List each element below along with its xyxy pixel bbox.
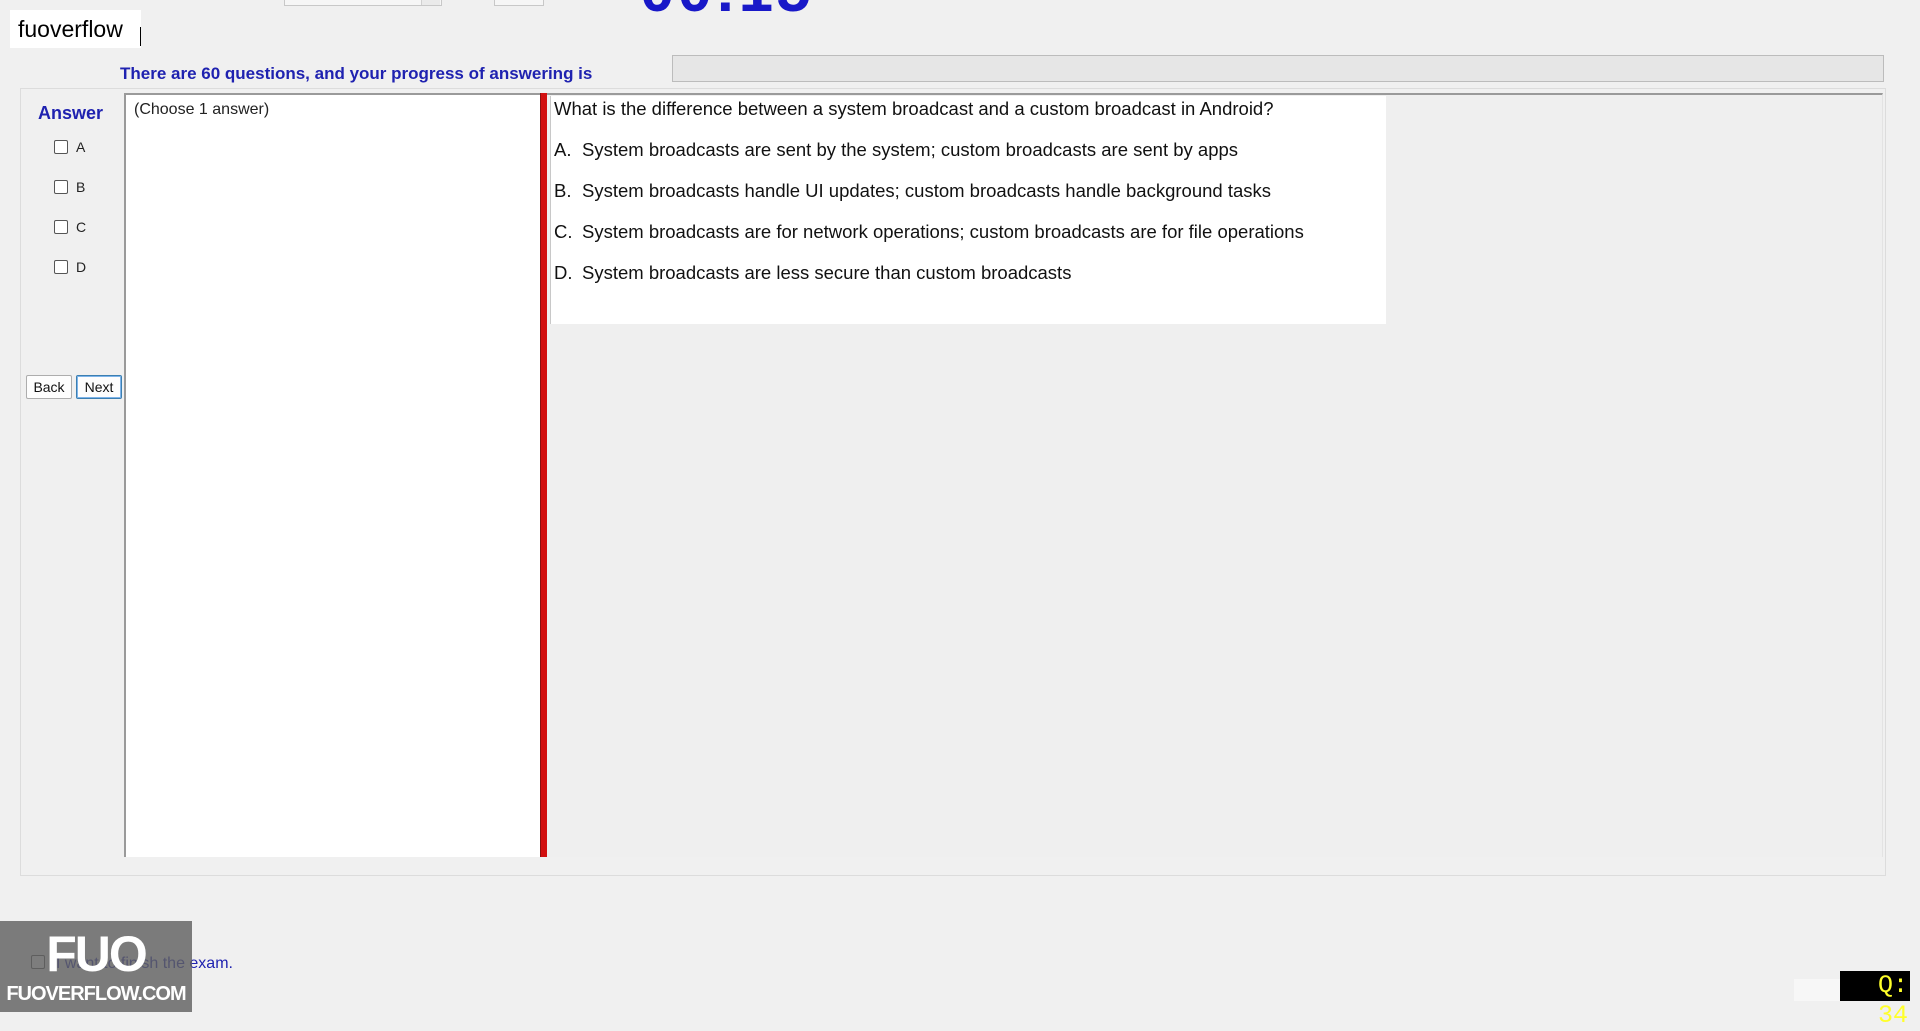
choice-c-text: System broadcasts are for network operat…	[582, 221, 1304, 242]
progress-label: There are 60 questions, and your progres…	[120, 64, 593, 83]
notes-pane[interactable]	[124, 93, 542, 857]
choice-a: A. System broadcasts are sent by the syst…	[554, 139, 1238, 161]
fuo-logo: FUO FUOVERFLOW.COM	[0, 921, 192, 1012]
choice-b: B. System broadcasts handle UI updates; c…	[554, 180, 1271, 202]
option-label-d: D	[76, 259, 87, 275]
option-label-a: A	[76, 139, 86, 155]
checkbox-a[interactable]	[54, 140, 68, 154]
logo-text: FUOVERFLOW.COM	[6, 983, 186, 1005]
counter-ghost	[1794, 979, 1840, 1001]
checkbox-d[interactable]	[54, 260, 68, 274]
choice-d-letter: D.	[554, 262, 573, 283]
answer-option-a[interactable]: A	[54, 137, 85, 157]
back-button[interactable]: Back	[26, 375, 72, 399]
choice-a-text: System broadcasts are sent by the system…	[582, 139, 1239, 160]
question-text: What is the difference between a system …	[554, 98, 1274, 119]
progress-bar	[672, 55, 1884, 82]
checkbox-b[interactable]	[54, 180, 68, 194]
choice-c-letter: C.	[554, 221, 573, 242]
question-box	[550, 96, 1386, 324]
answer-option-d[interactable]: D	[54, 257, 86, 277]
answer-option-b[interactable]: B	[54, 177, 85, 197]
choice-b-text: System broadcasts handle UI updates; cus…	[582, 180, 1271, 201]
answer-title: Answer	[38, 103, 104, 123]
question-counter: Q: 34	[1840, 971, 1910, 1030]
option-label-c: C	[76, 219, 87, 235]
top-dropdown[interactable]	[284, 0, 442, 6]
top-spinner[interactable]	[494, 0, 544, 6]
choice-d-text: System broadcasts are less secure than c…	[582, 262, 1072, 283]
choice-d: D. System broadcasts are less secure than…	[554, 262, 1071, 284]
text-caret	[140, 27, 141, 46]
option-label-b: B	[76, 179, 86, 195]
timer-display: 00:15	[640, 0, 814, 22]
logo-mark: FUO	[46, 926, 148, 982]
next-button[interactable]: Next	[76, 375, 122, 399]
choice-c: C. System broadcasts are for network oper…	[554, 221, 1304, 243]
watermark-label: fuoverflow	[10, 10, 141, 48]
checkbox-c[interactable]	[54, 220, 68, 234]
choose-note: (Choose 1 answer)	[134, 101, 270, 118]
choice-b-letter: B.	[554, 180, 572, 201]
answer-option-c[interactable]: C	[54, 217, 86, 237]
pane-splitter[interactable]	[540, 93, 547, 857]
choice-a-letter: A.	[554, 139, 572, 160]
